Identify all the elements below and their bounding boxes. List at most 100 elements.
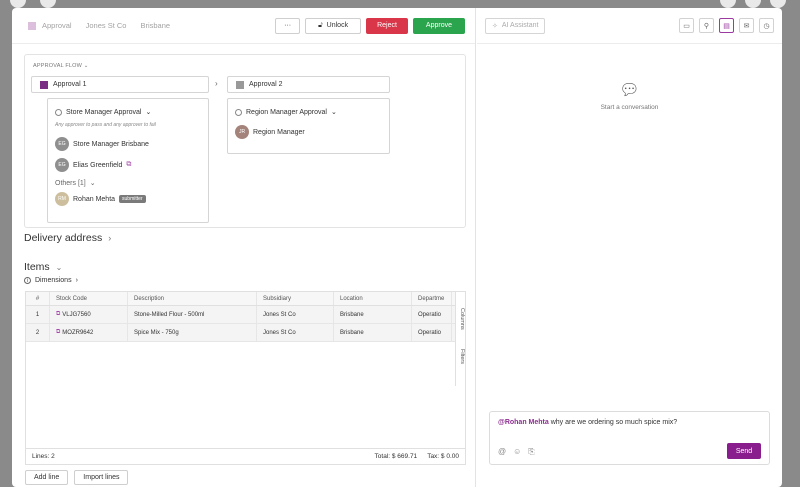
stock-code-cell[interactable]: ⧉ MOZR9642 — [50, 324, 128, 341]
approve-button[interactable]: Approve — [412, 17, 465, 34]
add-line-button[interactable]: Add line — [25, 470, 69, 485]
column-header[interactable]: Stock Code — [50, 292, 128, 305]
column-header[interactable]: Description — [128, 292, 257, 305]
table-header: # Stock Code Description Subsidiary Loca… — [26, 292, 465, 306]
record-header: Approval Jones St Co Brisbane ··· 🔓︎ Unl… — [12, 8, 475, 44]
emoji-icon[interactable]: ☺ — [513, 447, 521, 457]
stage1-approvers: Store Manager Approval ⌄ Any approver to… — [47, 98, 209, 223]
more-button[interactable]: ··· — [275, 17, 301, 34]
ai-assistant-label: AI Assistant — [501, 22, 539, 29]
dimensions-toggle[interactable]: i Dimensions › — [24, 277, 78, 284]
pending-status-icon — [235, 108, 242, 116]
avatar: JR — [235, 125, 249, 139]
submitter-badge: submitter — [119, 195, 146, 203]
breadcrumb-type[interactable]: Approval — [42, 21, 72, 30]
submitter-row[interactable]: RM Rohan Mehta submitter — [55, 192, 146, 206]
chevron-down-icon: ⌄ — [145, 109, 152, 116]
external-link-icon[interactable]: ⧉ — [56, 329, 60, 336]
row-number: 2 — [26, 324, 50, 341]
section-title: Items — [24, 261, 50, 273]
department-cell[interactable]: Operatio — [412, 306, 452, 323]
stock-code: VLJG7560 — [62, 311, 91, 318]
column-header[interactable]: Location — [334, 292, 412, 305]
column-header[interactable]: Subsidiary — [257, 292, 334, 305]
message-input[interactable]: @Rohan Mehta why are we ordering so much… — [498, 419, 677, 426]
approval-modal: Approval Jones St Co Brisbane ··· 🔓︎ Unl… — [12, 8, 782, 487]
mention: @Rohan Mehta — [498, 419, 549, 426]
stock-code-cell[interactable]: ⧉ VLJG7560 — [50, 306, 128, 323]
subsidiary-cell[interactable]: Jones St Co — [257, 324, 334, 341]
pin-icon[interactable]: ⚲ — [699, 18, 714, 33]
items-toggle[interactable]: Items ⌄ — [24, 261, 62, 273]
description-cell[interactable]: Stone-Milled Flour - 500ml — [128, 306, 257, 323]
table-row[interactable]: 1 ⧉ VLJG7560 Stone-Milled Flour - 500ml J… — [26, 306, 465, 324]
message-composer[interactable]: @Rohan Mehta why are we ordering so much… — [489, 411, 770, 465]
others-toggle[interactable]: Others [1] ⌄ — [55, 179, 96, 188]
attachment-icon[interactable]: ⎘ — [528, 447, 534, 457]
location-cell[interactable]: Brisbane — [334, 324, 412, 341]
avatar: EG — [55, 158, 69, 172]
delivery-address-toggle[interactable]: Delivery address › — [24, 232, 111, 244]
breadcrumb-subsidiary[interactable]: Jones St Co — [86, 21, 127, 30]
approval-flow: APPROVAL FLOW ⌄ Approval 1 › Approval 2 … — [24, 54, 466, 228]
description-cell[interactable]: Spice Mix - 750g — [128, 324, 257, 341]
row-number: 1 — [26, 306, 50, 323]
table-actions: Add line Import lines — [25, 470, 129, 485]
email-icon[interactable]: ✉ — [739, 18, 754, 33]
approval-flow-label: APPROVAL FLOW — [33, 63, 83, 69]
approval-group[interactable]: Region Manager Approval ⌄ — [235, 108, 337, 116]
reject-button[interactable]: Reject — [366, 17, 408, 34]
approver-row[interactable]: EG Store Manager Brisbane — [55, 137, 149, 151]
info-icon: i — [24, 277, 31, 284]
stage-color-swatch — [236, 80, 244, 89]
assistant-header: ✧ AI Assistant ▭ ⚲ ▤ ✉ ◷ — [477, 8, 782, 44]
group-name: Region Manager Approval — [246, 108, 327, 116]
send-button[interactable]: Send — [727, 443, 761, 459]
stage-name: Approval 1 — [53, 81, 87, 88]
approval-rule-note: Any approver to pass and any approver to… — [55, 122, 156, 128]
total-amount: Total: $ 669.71 — [374, 453, 418, 460]
subsidiary-cell[interactable]: Jones St Co — [257, 306, 334, 323]
approver-row[interactable]: EG Elias Greenfield ⧉ — [55, 158, 131, 172]
external-link-icon[interactable]: ⧉ — [126, 161, 131, 169]
stage-approval-1[interactable]: Approval 1 — [31, 76, 209, 93]
group-name: Store Manager Approval — [66, 108, 142, 116]
magic-wand-icon: ✧ — [492, 22, 498, 30]
filters-tab[interactable]: Filters — [457, 349, 465, 364]
approval-group[interactable]: Store Manager Approval ⌄ — [55, 108, 151, 116]
approval-flow-title: APPROVAL FLOW ⌄ — [33, 63, 89, 69]
column-header[interactable]: Departme — [412, 292, 452, 305]
chevron-down-icon: ⌄ — [55, 262, 63, 272]
chevron-right-icon: › — [75, 277, 78, 284]
empty-state-label: Start a conversation — [600, 104, 659, 111]
section-title: Delivery address — [24, 232, 103, 244]
unlock-button[interactable]: 🔓︎ Unlock — [305, 17, 362, 34]
record-panel: Approval Jones St Co Brisbane ··· 🔓︎ Unl… — [12, 8, 476, 487]
location-cell[interactable]: Brisbane — [334, 306, 412, 323]
stage-approval-2[interactable]: Approval 2 — [227, 76, 390, 93]
submitter-name: Rohan Mehta — [73, 195, 116, 203]
message-text: why are we ordering so much spice mix? — [548, 419, 678, 426]
column-header[interactable]: # — [26, 292, 50, 305]
chevron-right-icon: › — [215, 79, 218, 88]
breadcrumb-location[interactable]: Brisbane — [140, 21, 170, 30]
unlock-label: Unlock — [326, 22, 349, 29]
external-link-icon[interactable]: ⧉ — [56, 311, 60, 318]
stage2-approvers: Region Manager Approval ⌄ JR Region Mana… — [227, 98, 390, 154]
chevron-down-icon: ⌄ — [330, 109, 337, 116]
import-lines-button[interactable]: Import lines — [74, 470, 129, 485]
assistant-panel: ✧ AI Assistant ▭ ⚲ ▤ ✉ ◷ 💬︎ Start a conv… — [477, 8, 782, 487]
approver-row[interactable]: JR Region Manager — [235, 125, 305, 139]
record-type-icon — [28, 21, 36, 30]
department-cell[interactable]: Operatio — [412, 324, 452, 341]
table-row[interactable]: 2 ⧉ MOZR9642 Spice Mix - 750g Jones St Co… — [26, 324, 465, 342]
stage-name: Approval 2 — [249, 81, 283, 88]
note-icon[interactable]: ▭ — [679, 18, 694, 33]
avatar: EG — [55, 137, 69, 151]
chevron-down-icon[interactable]: ⌄ — [84, 63, 89, 69]
ai-assistant-button[interactable]: ✧ AI Assistant — [485, 17, 546, 34]
comment-icon[interactable]: ▤ — [719, 18, 734, 33]
history-icon[interactable]: ◷ — [759, 18, 774, 33]
mention-icon[interactable]: @ — [498, 447, 506, 457]
columns-tab[interactable]: Columns — [457, 308, 465, 330]
